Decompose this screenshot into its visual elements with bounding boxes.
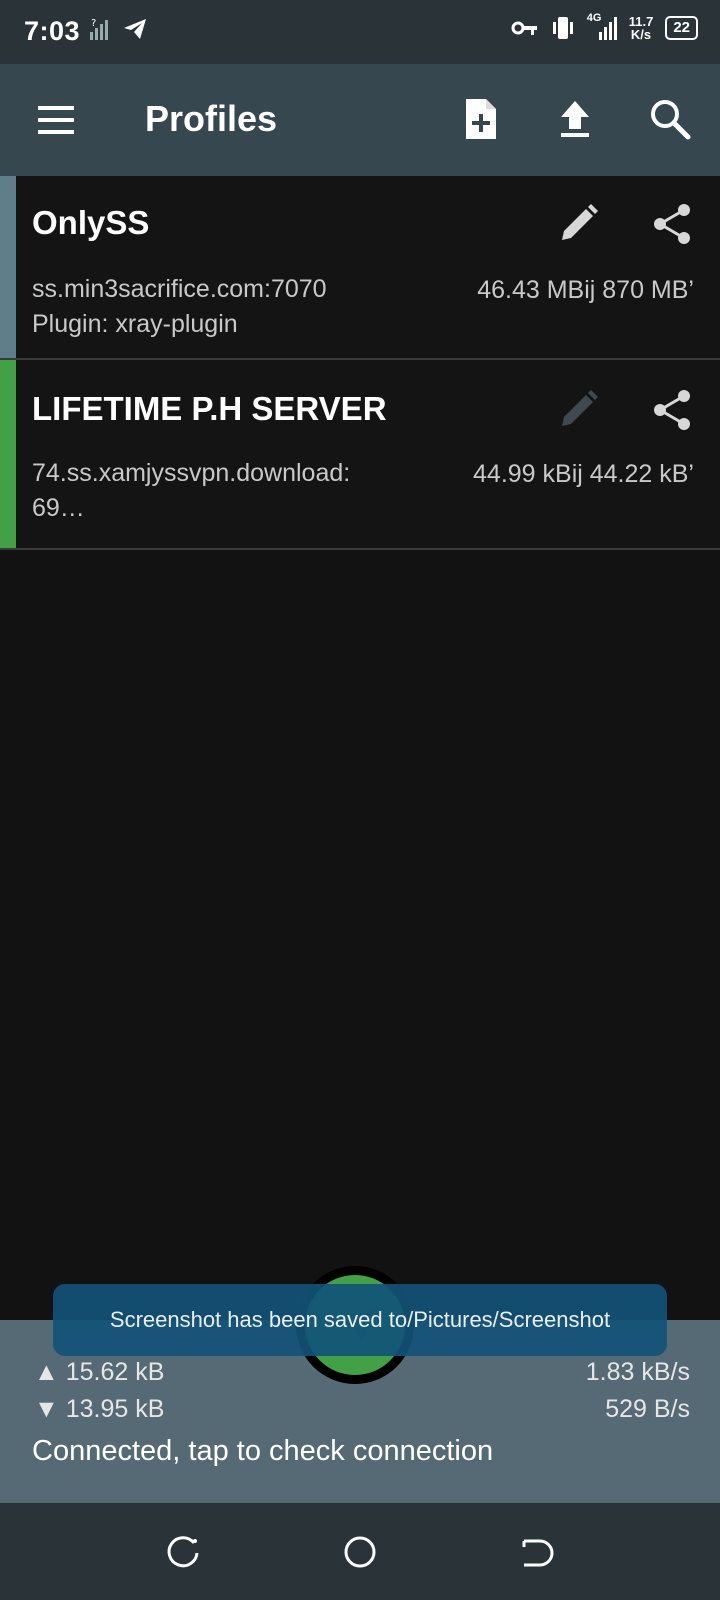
search-icon[interactable] [648,97,692,141]
signal-icon: 4G [587,12,617,42]
recent-apps-icon[interactable] [164,1533,202,1571]
profile-traffic: 46.43 MBij 870 MB’ [477,276,694,304]
tx-rate: 1.83 kB/s [585,1358,690,1386]
upload-icon[interactable] [553,97,597,141]
net-speed-unit: K/s [630,27,652,42]
net-speed: 11.7 K/s [629,15,654,41]
home-icon[interactable] [341,1533,379,1571]
tx-total: ▲ 15.62 kB [34,1358,165,1386]
profile-card-onlyss[interactable]: OnlySS ss.min3sacrifice.com:7070 Plugin:… [0,176,720,360]
back-icon[interactable] [516,1533,554,1571]
profile-card-lifetime-ph-server[interactable]: LIFETIME P.H SERVER 74.ss.xamjyssvpn.dow… [0,360,720,550]
telegram-icon [124,19,146,39]
rx-total: ▼ 13.95 kB [34,1395,165,1423]
rx-rate: 529 B/s [605,1395,690,1423]
status-time: 7:03 [24,16,81,46]
profile-name: OnlySS [32,204,150,241]
signal-unknown-icon: ? [90,18,108,40]
profile-host-continued: 69… [32,494,85,522]
profile-traffic: 44.99 kBij 44.22 kB’ [473,460,694,488]
page-title: Profiles [145,98,278,139]
battery-icon: 22 [665,16,698,40]
share-icon[interactable] [650,388,694,432]
toast-message: Screenshot has been saved to/Pictures/Sc… [53,1284,667,1356]
edit-icon[interactable] [556,388,600,432]
profile-host: ss.min3sacrifice.com:7070 [32,275,327,303]
vpn-key-icon [511,21,537,35]
navigation-bar [0,1503,720,1600]
menu-icon[interactable] [36,102,76,138]
svg-text:?: ? [91,18,96,29]
edit-icon[interactable] [556,202,600,246]
vibrate-icon [552,17,573,39]
profile-plugin: Plugin: xray-plugin [32,310,238,338]
profile-name: LIFETIME P.H SERVER [32,390,387,427]
profile-status-stripe [0,176,16,358]
profile-host: 74.ss.xamjyssvpn.download: [32,459,351,487]
add-file-icon[interactable] [458,97,502,141]
status-bar: 7:03 ? 4G 11.7 K/s 22 [0,0,720,64]
share-icon[interactable] [650,202,694,246]
profile-status-stripe [0,360,16,548]
connection-status[interactable]: Connected, tap to check connection [32,1435,493,1468]
app-bar: Profiles [0,64,720,176]
